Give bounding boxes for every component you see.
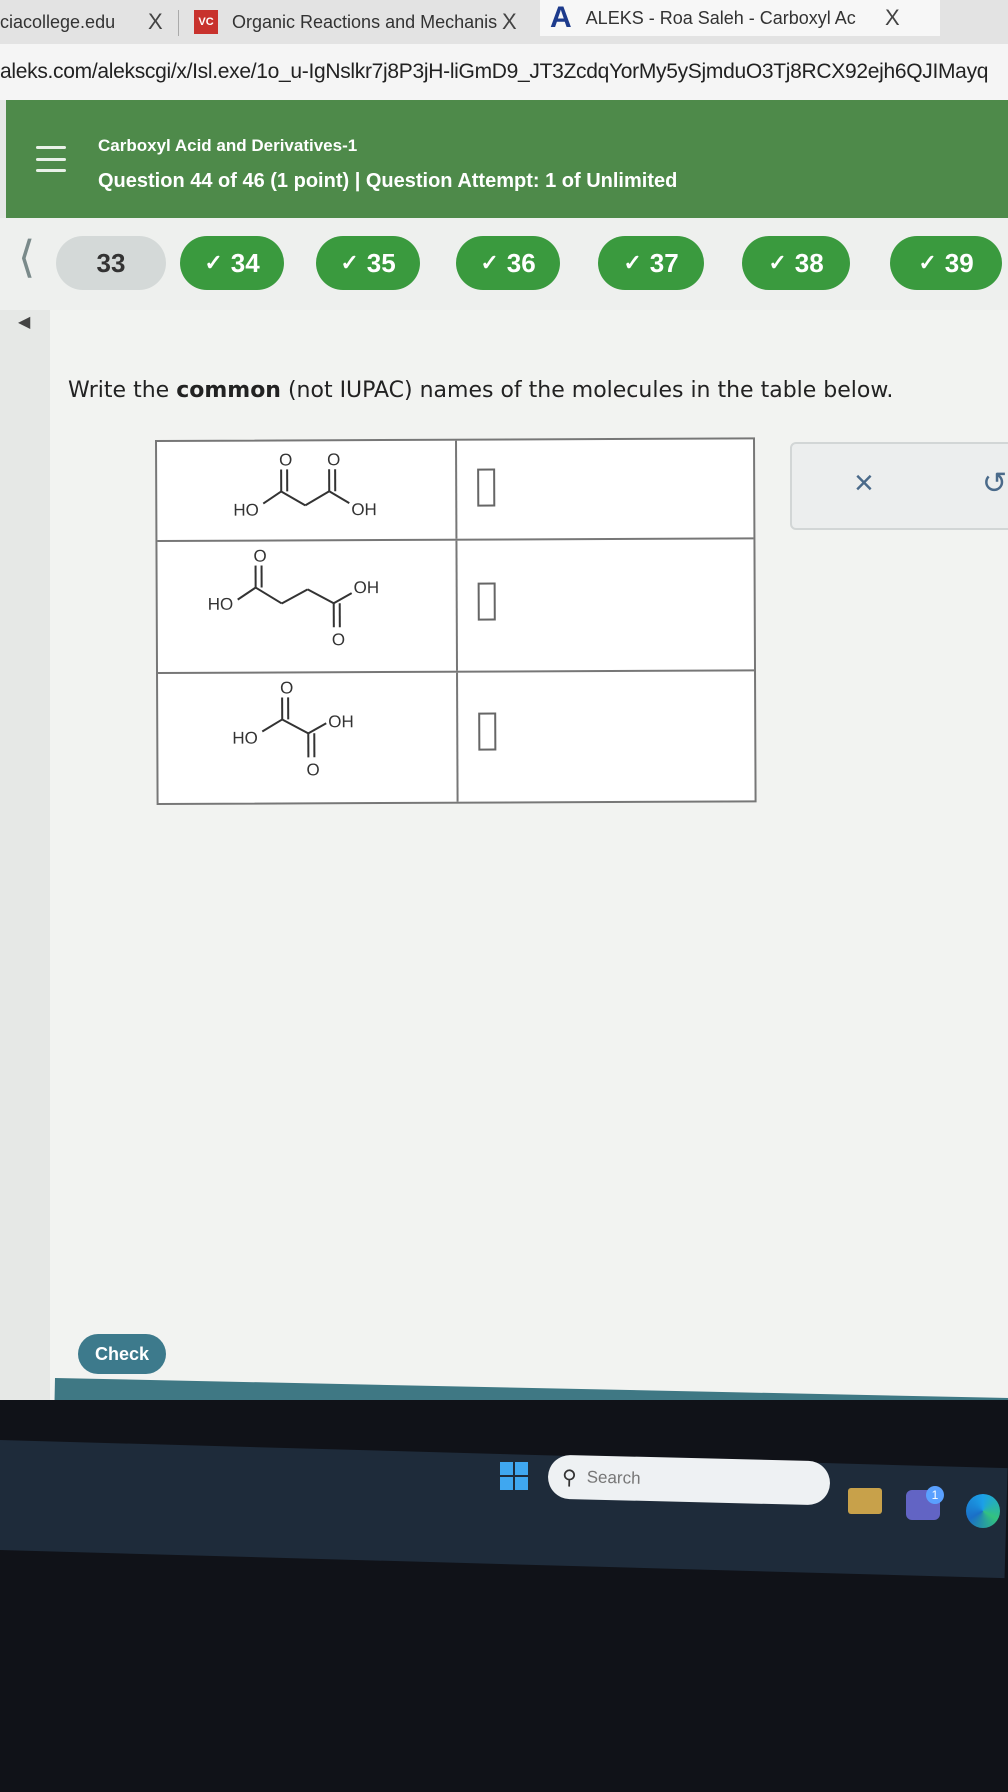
answer-input-3[interactable] xyxy=(478,712,497,751)
question-number: 34 xyxy=(230,247,260,278)
molecule-structure-2: O HO OH O xyxy=(157,540,459,672)
hydroxyl-label: HO xyxy=(208,595,234,614)
question-pill-38[interactable]: ✓ 38 xyxy=(742,236,850,290)
taskbar-search-box[interactable]: ⚲ Search xyxy=(547,1454,831,1506)
answer-cell xyxy=(459,539,754,670)
hydroxyl-label: HO xyxy=(232,729,258,748)
question-pill-33[interactable]: 33 xyxy=(56,236,166,290)
question-pill-34[interactable]: ✓ 34 xyxy=(180,236,284,290)
close-tab-icon[interactable]: X xyxy=(148,9,163,35)
answer-input-1[interactable] xyxy=(477,468,496,507)
question-number: 37 xyxy=(649,247,679,278)
close-tab-icon[interactable]: X xyxy=(502,9,517,35)
table-row: O O HO OH xyxy=(157,439,754,542)
question-pill-36[interactable]: ✓ 36 xyxy=(456,236,560,290)
browser-tab-bar: ciacollege.edu X VC Organic Reactions an… xyxy=(0,0,1008,44)
answer-cell xyxy=(459,439,753,538)
answer-tools-panel: × ↺ xyxy=(790,442,1008,530)
url-text[interactable]: aleks.com/alekscgi/x/Isl.exe/1o_u-IgNslk… xyxy=(0,60,988,84)
question-number: 36 xyxy=(506,247,536,278)
edge-browser-icon[interactable] xyxy=(966,1494,1000,1528)
tab-label: ALEKS - Roa Saleh - Carboxyl Ac xyxy=(585,7,856,28)
oxygen-label: O xyxy=(332,630,345,649)
question-number: 38 xyxy=(794,247,824,278)
hydroxyl-label: OH xyxy=(351,500,377,519)
tab-label: Organic Reactions and Mechanis xyxy=(232,11,498,32)
browser-tab-organic-reactions[interactable]: VC Organic Reactions and Mechanis X xyxy=(182,0,528,44)
checkmark-icon: ✓ xyxy=(768,250,787,275)
question-info: Question 44 of 46 (1 point) | Question A… xyxy=(98,170,678,192)
browser-tab-college[interactable]: ciacollege.edu X xyxy=(0,0,178,44)
file-explorer-icon[interactable] xyxy=(848,1488,882,1514)
question-pill-35[interactable]: ✓ 35 xyxy=(316,236,420,290)
table-row: O HO OH O xyxy=(157,539,755,674)
notification-badge: 1 xyxy=(926,1486,944,1504)
tab-separator xyxy=(178,10,179,36)
hydroxyl-label: HO xyxy=(233,501,259,520)
tab-label: ciacollege.edu xyxy=(0,11,116,32)
undo-icon[interactable]: ↺ xyxy=(982,466,1007,501)
close-tab-icon[interactable]: X xyxy=(885,5,900,31)
hamburger-menu-icon[interactable] xyxy=(36,146,66,172)
table-row: O HO OH O xyxy=(158,671,755,803)
checkmark-icon: ✓ xyxy=(204,250,223,275)
question-number: 35 xyxy=(366,247,396,278)
course-title: Carboxyl Acid and Derivatives-1 xyxy=(98,136,358,155)
question-prompt: Write the common (not IUPAC) names of th… xyxy=(68,378,894,403)
assignment-header: Carboxyl Acid and Derivatives-1 Question… xyxy=(6,100,1008,218)
question-number: 39 xyxy=(944,247,974,278)
search-placeholder: Search xyxy=(586,1467,641,1488)
emphasis-common: common xyxy=(176,378,281,403)
clear-x-icon[interactable]: × xyxy=(854,464,874,503)
question-pill-37[interactable]: ✓ 37 xyxy=(598,236,704,290)
molecule-structure-1: O O HO OH xyxy=(157,440,458,540)
collapse-triangle-icon[interactable]: ◀ xyxy=(18,312,30,332)
vc-favicon-icon: VC xyxy=(194,10,218,34)
oxygen-label: O xyxy=(306,760,319,779)
answer-input-2[interactable] xyxy=(477,582,496,621)
answer-cell xyxy=(460,671,755,801)
aleks-favicon-icon: A xyxy=(550,1,572,34)
oxygen-label: O xyxy=(279,450,292,469)
address-bar[interactable]: aleks.com/alekscgi/x/Isl.exe/1o_u-IgNslk… xyxy=(0,44,1008,100)
oxygen-label: O xyxy=(253,547,266,566)
checkmark-icon: ✓ xyxy=(340,250,359,275)
search-icon: ⚲ xyxy=(561,1466,577,1489)
molecule-structure-3: O HO OH O xyxy=(158,672,459,803)
molecule-table: O O HO OH O HO OH O O HO OH O xyxy=(155,437,757,805)
checkmark-icon: ✓ xyxy=(918,250,937,275)
question-number: 33 xyxy=(96,247,126,278)
oxygen-label: O xyxy=(327,450,340,469)
question-pill-39[interactable]: ✓ 39 xyxy=(890,236,1002,290)
browser-tab-aleks[interactable]: A ALEKS - Roa Saleh - Carboxyl Ac X xyxy=(540,0,940,36)
hydroxyl-label: OH xyxy=(328,712,354,731)
previous-arrow-icon[interactable]: ⟨ xyxy=(18,236,35,280)
check-button[interactable]: Check xyxy=(78,1334,166,1374)
oxygen-label: O xyxy=(280,678,293,697)
hydroxyl-label: OH xyxy=(354,578,380,597)
windows-start-icon[interactable] xyxy=(500,1462,528,1490)
checkmark-icon: ✓ xyxy=(623,250,642,275)
checkmark-icon: ✓ xyxy=(480,250,499,275)
